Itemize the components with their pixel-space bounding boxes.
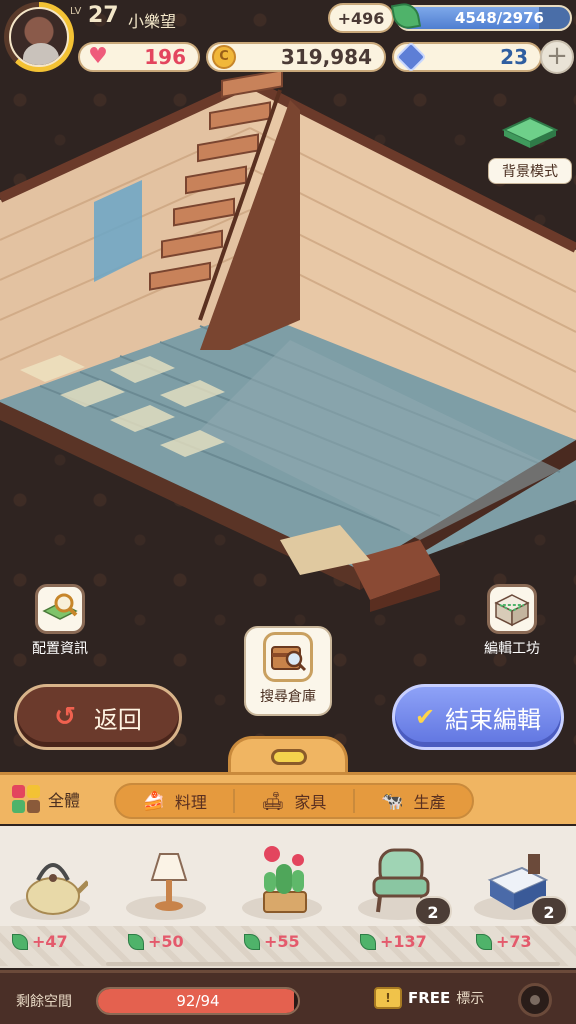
item-gain: +47 — [12, 932, 68, 951]
item-inventory: +47 +50 +55 2 +137 2 +73 — [0, 826, 576, 968]
finish-edit-label: 結束編輯 — [445, 705, 542, 734]
category-filter-bar: 全體 🍰 料理 🛋 家具 🐄 生產 — [0, 772, 576, 824]
energy-bar: 4548/2976 — [396, 5, 572, 31]
grip-icon — [271, 749, 307, 765]
free-label: FREE — [408, 989, 451, 1007]
gold-counter: C 319,984 — [206, 42, 386, 72]
grid-icon — [12, 785, 40, 813]
cube-icon — [487, 584, 537, 634]
tab-furniture-label: 家具 — [294, 793, 327, 812]
gold-value: 319,984 — [280, 45, 372, 69]
list-item[interactable]: 2 +73 — [464, 834, 574, 964]
bonus-badge[interactable]: +496 — [328, 3, 394, 33]
item-count-badge: 2 — [530, 896, 568, 926]
tab-production[interactable]: 🐄 生產 — [352, 789, 472, 813]
item-count-badge: 2 — [414, 896, 452, 926]
magnifier-map-icon — [35, 584, 85, 634]
item-gain-value: +50 — [148, 932, 184, 951]
coin-icon: C — [212, 45, 236, 69]
heart-icon: ♥ — [88, 44, 108, 69]
background-mode-label: 背景模式 — [488, 158, 572, 184]
top-hud: LV 27 小樂望 +496 4548/2976 ♥ 196 C 319,984… — [0, 0, 576, 80]
bottom-status-bar: 剩餘空間 92/94 ! FREE 標示 — [0, 970, 576, 1024]
space-progress: 92/94 — [96, 987, 300, 1015]
cake-icon: 🍰 — [142, 790, 165, 812]
item-gain-value: +137 — [380, 932, 427, 951]
level-tag: LV — [70, 6, 82, 17]
space-label: 剩餘空間 — [16, 994, 72, 1010]
space-value: 92/94 — [176, 992, 220, 1010]
check-icon: ✔ — [414, 703, 436, 731]
tab-cooking[interactable]: 🍰 料理 — [116, 789, 233, 813]
layout-info-label: 配置資訊 — [32, 641, 88, 657]
tab-all[interactable]: 全體 — [12, 785, 80, 813]
list-item[interactable]: +50 — [116, 834, 226, 964]
sofa-icon: 🛋 — [261, 790, 285, 812]
cactus-icon — [263, 846, 307, 913]
record-button[interactable] — [518, 983, 552, 1017]
green-tile-icon — [501, 116, 559, 148]
layout-info-button[interactable]: 配置資訊 — [20, 584, 100, 658]
energy-value: 4548/2976 — [455, 9, 544, 27]
list-item[interactable]: +55 — [232, 834, 342, 964]
tab-furniture[interactable]: 🛋 家具 — [233, 789, 352, 813]
add-gems-button[interactable]: + — [540, 40, 574, 74]
ticket-icon: ! — [374, 987, 402, 1009]
lamp-icon — [150, 853, 188, 911]
item-gain: +137 — [360, 932, 427, 951]
list-item[interactable]: +47 — [0, 834, 110, 964]
leaf-icon — [128, 933, 144, 950]
mark-label: 標示 — [456, 991, 485, 1007]
back-button[interactable]: ↺ 返回 — [14, 684, 182, 750]
free-mark-button[interactable]: ! FREE 標示 — [374, 987, 484, 1009]
search-warehouse-label: 搜尋倉庫 — [260, 689, 316, 705]
chest-search-icon — [263, 632, 313, 682]
leaf-icon — [360, 933, 376, 950]
heart-value: 196 — [144, 45, 186, 69]
player-avatar-ring[interactable] — [4, 2, 74, 72]
item-gain-value: +55 — [264, 932, 300, 951]
panel-toggle-tab[interactable] — [228, 736, 348, 776]
item-gain: +55 — [244, 932, 300, 951]
tab-production-label: 生產 — [413, 793, 446, 812]
back-label: 返回 — [93, 705, 142, 734]
tab-all-label: 全體 — [48, 791, 81, 810]
edit-workshop-button[interactable]: 編輯工坊 — [472, 584, 552, 658]
gem-counter: 23 — [392, 41, 542, 73]
player-level: 27 — [88, 3, 119, 28]
avatar[interactable] — [9, 7, 69, 67]
leaf-icon — [12, 933, 28, 950]
item-gain-value: +47 — [32, 932, 68, 951]
tab-cooking-label: 料理 — [174, 793, 207, 812]
category-tabs: 🍰 料理 🛋 家具 🐄 生產 — [114, 783, 474, 819]
item-gain: +73 — [476, 932, 532, 951]
undo-icon: ↺ — [54, 702, 76, 732]
edit-workshop-label: 編輯工坊 — [484, 641, 540, 657]
player-name: 小樂望 — [128, 12, 177, 31]
background-mode-button[interactable]: 背景模式 — [488, 116, 572, 184]
list-item[interactable]: 2 +137 — [348, 834, 458, 964]
finish-edit-button[interactable]: ✔ 結束編輯 — [392, 684, 564, 750]
item-gain-value: +73 — [496, 932, 532, 951]
teapot-icon — [26, 863, 88, 915]
cow-icon: 🐄 — [381, 790, 404, 812]
item-gain: +50 — [128, 932, 184, 951]
heart-counter: ♥ 196 — [78, 42, 200, 72]
item-scrollbar[interactable] — [106, 962, 560, 966]
search-warehouse-button[interactable]: 搜尋倉庫 — [244, 626, 332, 716]
leaf-icon — [244, 933, 260, 950]
leaf-icon — [476, 933, 492, 950]
gem-value: 23 — [500, 45, 528, 69]
